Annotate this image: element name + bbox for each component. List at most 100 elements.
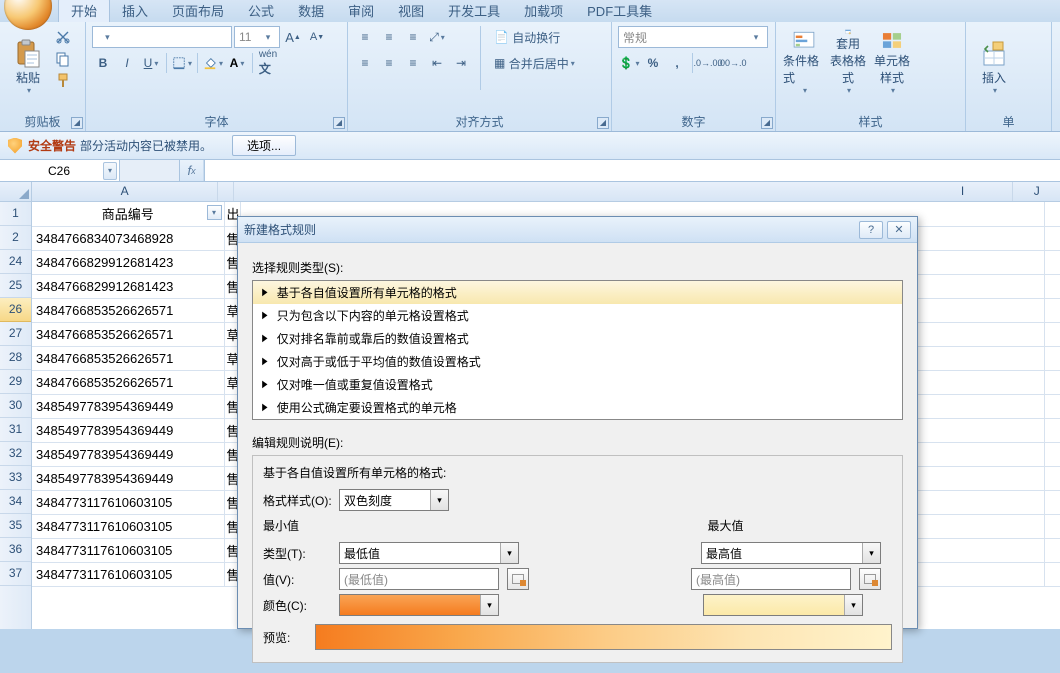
select-all-corner[interactable]	[0, 182, 31, 202]
conditional-format-button[interactable]: 条件格式	[782, 26, 826, 98]
value-min-ref-button[interactable]	[507, 568, 529, 590]
font-name-combo[interactable]: ▾	[92, 26, 232, 48]
font-launcher[interactable]: ◢	[333, 117, 345, 129]
row-header[interactable]: 31	[0, 418, 31, 442]
tab-addins[interactable]: 加载项	[512, 0, 575, 22]
cell[interactable]: 商品编号▾	[32, 202, 224, 226]
name-box-dropdown[interactable]: ▾	[103, 162, 117, 180]
cell[interactable]: 3484766829912681423	[32, 274, 224, 298]
rule-type-item[interactable]: ▶仅对排名靠前或靠后的数值设置格式	[253, 327, 902, 350]
fx-button[interactable]: fx	[180, 160, 204, 181]
row-header[interactable]: 28	[0, 346, 31, 370]
format-style-combo[interactable]: 双色刻度 ▾	[339, 489, 449, 511]
type-min-combo[interactable]: 最低值▾	[339, 542, 519, 564]
row-header[interactable]: 26	[0, 298, 31, 322]
cell[interactable]: 3484773117610603105	[32, 490, 224, 514]
align-bottom-button[interactable]: ≡	[402, 26, 424, 48]
filter-button[interactable]: ▾	[207, 205, 222, 220]
tab-insert[interactable]: 插入	[110, 0, 160, 22]
col-header-B-clip[interactable]	[218, 182, 234, 201]
rule-type-item[interactable]: ▶使用公式确定要设置格式的单元格	[253, 396, 902, 419]
format-as-table-button[interactable]: 套用 表格格式	[826, 26, 870, 98]
rule-type-list[interactable]: ▶基于各自值设置所有单元格的格式 ▶只为包含以下内容的单元格设置格式 ▶仅对排名…	[252, 280, 903, 420]
align-right-button[interactable]: ≡	[402, 52, 424, 74]
indent-inc-button[interactable]: ⇥	[450, 52, 472, 74]
cell[interactable]: 3484766829912681423	[32, 250, 224, 274]
cell[interactable]: 3485497783954369449	[32, 418, 224, 442]
tab-dev[interactable]: 开发工具	[436, 0, 512, 22]
font-color-button[interactable]: A	[226, 52, 248, 74]
align-center-button[interactable]: ≡	[378, 52, 400, 74]
align-launcher[interactable]: ◢	[597, 117, 609, 129]
italic-button[interactable]: I	[116, 52, 138, 74]
orientation-button[interactable]: ⤢	[426, 26, 448, 48]
row-header[interactable]: 37	[0, 562, 31, 586]
rule-type-item[interactable]: ▶仅对唯一值或重复值设置格式	[253, 373, 902, 396]
row-header[interactable]: 36	[0, 538, 31, 562]
insert-cells-button[interactable]: 插入	[972, 26, 1016, 98]
tab-pdf[interactable]: PDF工具集	[575, 0, 664, 22]
format-painter-button[interactable]	[52, 70, 74, 92]
cell[interactable]: 3484773117610603105	[32, 538, 224, 562]
row-header[interactable]: 24	[0, 250, 31, 274]
phonetic-button[interactable]: wén文	[257, 52, 279, 74]
bold-button[interactable]: B	[92, 52, 114, 74]
col-header-A[interactable]: A	[32, 182, 218, 201]
cell[interactable]: 3485497783954369449	[32, 466, 224, 490]
cell[interactable]: 3485497783954369449	[32, 394, 224, 418]
clipboard-launcher[interactable]: ◢	[71, 117, 83, 129]
number-launcher[interactable]: ◢	[761, 117, 773, 129]
underline-button[interactable]: U	[140, 52, 162, 74]
shrink-font-button[interactable]: A▼	[306, 26, 328, 48]
align-left-button[interactable]: ≡	[354, 52, 376, 74]
row-header[interactable]: 35	[0, 514, 31, 538]
cell-styles-button[interactable]: 单元格 样式	[870, 26, 914, 98]
paste-button[interactable]: 粘贴	[6, 26, 50, 98]
row-header[interactable]: 1	[0, 202, 31, 226]
grow-font-button[interactable]: A▲	[282, 26, 304, 48]
font-size-combo[interactable]: 11▾	[234, 26, 280, 48]
border-button[interactable]	[171, 52, 193, 74]
row-header[interactable]: 2	[0, 226, 31, 250]
formula-bar-input[interactable]	[204, 160, 1060, 181]
align-middle-button[interactable]: ≡	[378, 26, 400, 48]
dec-decimal-button[interactable]: .00→.0	[721, 52, 743, 74]
rule-type-item[interactable]: ▶基于各自值设置所有单元格的格式	[253, 281, 902, 304]
wrap-text-button[interactable]: 📄 自动换行	[489, 26, 565, 48]
cell[interactable]: 3484773117610603105	[32, 562, 224, 586]
copy-button[interactable]	[52, 48, 74, 70]
col-header-I[interactable]: I	[913, 182, 1014, 201]
row-header[interactable]: 30	[0, 394, 31, 418]
row-header[interactable]: 27	[0, 322, 31, 346]
rule-type-item[interactable]: ▶只为包含以下内容的单元格设置格式	[253, 304, 902, 327]
row-header[interactable]: 32	[0, 442, 31, 466]
dialog-close-button[interactable]: ✕	[887, 221, 911, 239]
tab-layout[interactable]: 页面布局	[160, 0, 236, 22]
cancel-formula-button[interactable]	[120, 160, 180, 181]
cut-button[interactable]	[52, 26, 74, 48]
number-format-combo[interactable]: 常规▾	[618, 26, 768, 48]
row-header[interactable]: 25	[0, 274, 31, 298]
tab-review[interactable]: 审阅	[336, 0, 386, 22]
percent-button[interactable]: %	[642, 52, 664, 74]
cell[interactable]: 3484766853526626571	[32, 298, 224, 322]
tab-home[interactable]: 开始	[58, 0, 110, 22]
cell[interactable]: 3484773117610603105	[32, 514, 224, 538]
row-header[interactable]: 29	[0, 370, 31, 394]
rule-type-item[interactable]: ▶仅对高于或低于平均值的数值设置格式	[253, 350, 902, 373]
tab-data[interactable]: 数据	[286, 0, 336, 22]
dialog-titlebar[interactable]: 新建格式规则 ? ✕	[238, 217, 917, 243]
type-max-combo[interactable]: 最高值▾	[701, 542, 881, 564]
align-top-button[interactable]: ≡	[354, 26, 376, 48]
cell[interactable]: 3484766834073468928	[32, 226, 224, 250]
indent-dec-button[interactable]: ⇤	[426, 52, 448, 74]
cell[interactable]: 3485497783954369449	[32, 442, 224, 466]
inc-decimal-button[interactable]: .0→.00	[697, 52, 719, 74]
color-min-combo[interactable]: ▾	[339, 594, 499, 616]
row-header[interactable]: 34	[0, 490, 31, 514]
cell[interactable]: 3484766853526626571	[32, 370, 224, 394]
col-header-J[interactable]: J	[1013, 182, 1060, 201]
name-box[interactable]: C26 ▾	[0, 160, 120, 181]
accounting-button[interactable]: 💲	[618, 52, 640, 74]
security-options-button[interactable]: 选项...	[232, 135, 296, 156]
